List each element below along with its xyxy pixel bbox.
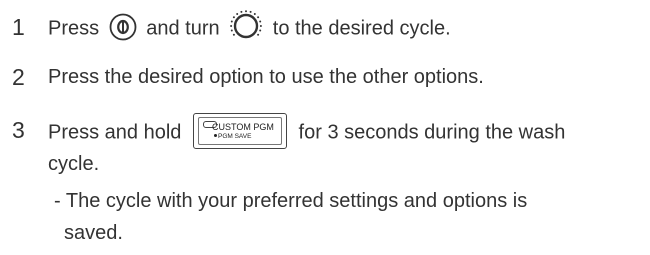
custom-pgm-button: CUSTOM PGM PGM SAVE [192, 113, 287, 149]
step-text: Press the desired option to use the othe… [48, 66, 484, 88]
step-number: 3 [12, 117, 25, 143]
step-3: 3 Press and hold CUSTOM PGM PGM SAVE for… [0, 109, 650, 179]
button-label: CUSTOM PGM [211, 122, 274, 132]
step-number: 2 [12, 64, 25, 90]
step-text-after: for 3 seconds during the wash [298, 121, 566, 144]
step-1: 1 Press and turn to the desired cycle. [0, 9, 650, 45]
step-text-after: to the desired cycle. [272, 17, 451, 40]
step-3-note: - The cycle with your preferred settings… [0, 186, 650, 252]
step-text: Press and hold CUSTOM PGM PGM SAVE for 3… [48, 113, 566, 151]
step-number: 1 [12, 14, 25, 40]
button-sublabel: PGM SAVE [217, 133, 252, 140]
step-text-before: Press [48, 17, 100, 40]
step-text-before: Press and hold [48, 121, 182, 144]
step-text-middle: and turn [146, 17, 220, 40]
power-button-icon [109, 13, 137, 41]
note-line-2: saved. [64, 222, 123, 244]
step-text-line2: cycle. [48, 153, 100, 175]
note-line-1: - The cycle with your preferred settings… [54, 190, 528, 212]
hold-dot-icon [213, 134, 217, 137]
cycle-dial-icon [229, 9, 263, 43]
step-2: 2 Press the desired option to use the ot… [0, 62, 650, 94]
step-text: Press and turn to the desired cycle. [48, 9, 451, 46]
